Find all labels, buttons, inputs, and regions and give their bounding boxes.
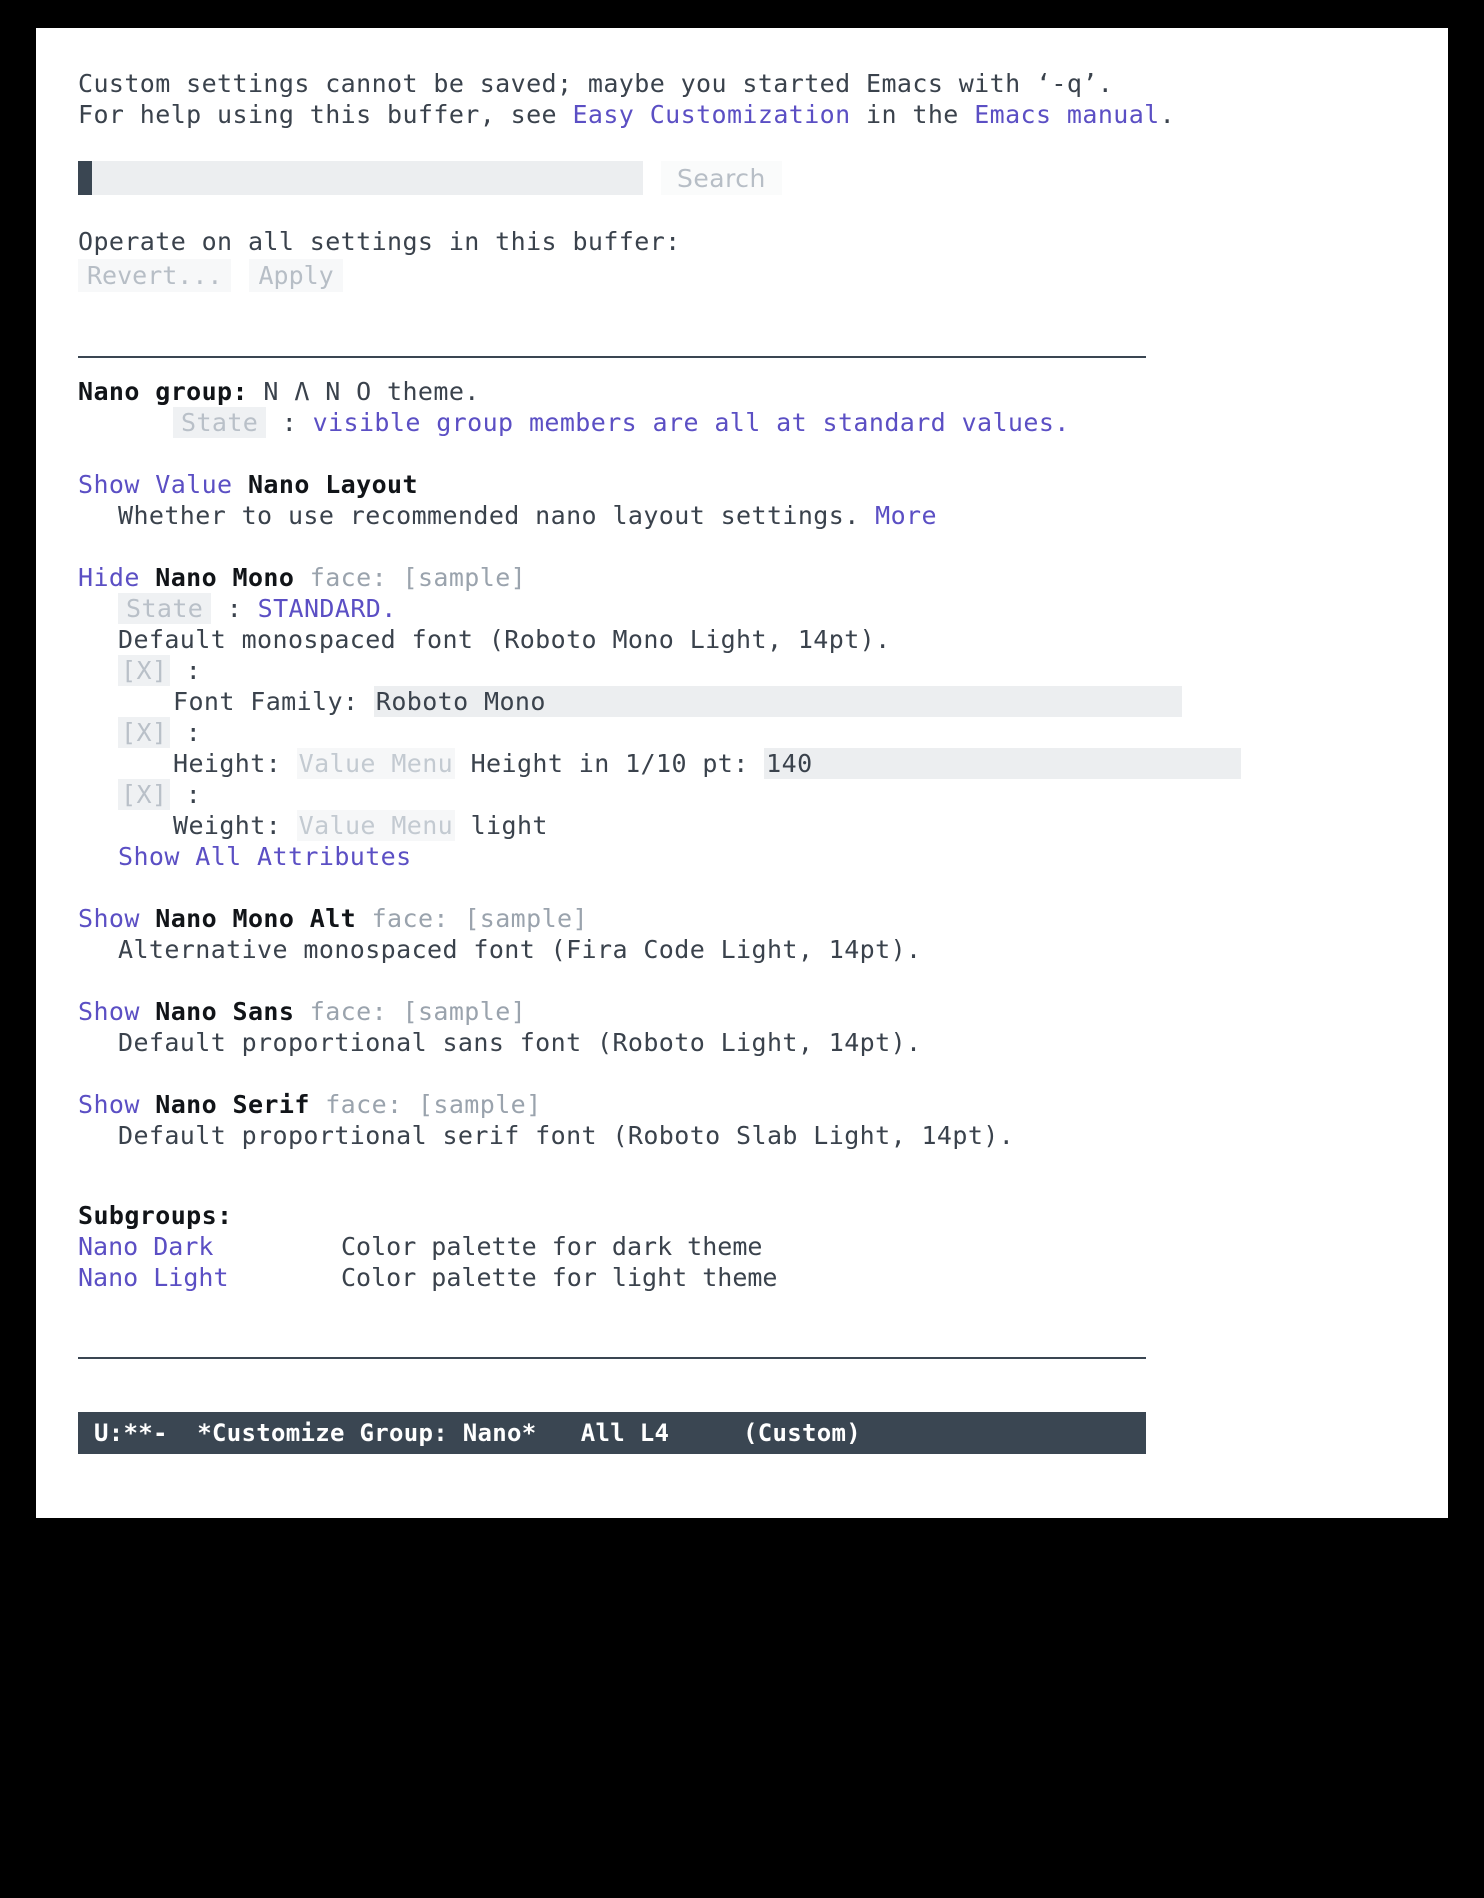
easy-customization-link[interactable]: Easy Customization — [572, 100, 850, 129]
search-row: Search — [78, 161, 1408, 195]
help-prefix-text: For help using this buffer, see — [78, 100, 573, 129]
nano-sans-header: Show Nano Sans face: [sample] — [78, 996, 1408, 1027]
weight-label: Weight: — [173, 811, 297, 840]
nano-layout-name: Nano Layout — [247, 470, 418, 499]
subgroup-link-nano-light[interactable]: Nano Light — [78, 1262, 341, 1293]
subgroup-row: Nano Dark Color palette for dark theme — [78, 1231, 1408, 1262]
height-value-field[interactable]: 140 — [764, 748, 1242, 779]
nano-serif-face-word: face: — [309, 1090, 418, 1119]
nano-mono-sample: [sample] — [402, 563, 527, 592]
nano-mono-state-row: State : STANDARD. — [78, 593, 1408, 624]
show-all-attributes-row: Show All Attributes — [78, 841, 1408, 872]
attr-weight-checkbox-row: [X] : — [78, 779, 1408, 810]
nano-layout-more-link[interactable]: More — [875, 501, 937, 530]
nano-mono-alt-sample: [sample] — [464, 904, 588, 933]
mode-line: U:**- *Customize Group: Nano* All L4 (Cu… — [78, 1412, 1146, 1454]
search-button[interactable]: Search — [661, 161, 782, 195]
nano-layout-header: Show Value Nano Layout — [78, 469, 1408, 500]
weight-value-menu[interactable]: Value Menu — [296, 810, 456, 841]
nano-mono-name: Nano Mono — [155, 563, 295, 592]
nano-sans-sample: [sample] — [402, 997, 527, 1026]
attr-font-family-row: Font Family: Roboto Mono — [78, 686, 1408, 717]
nano-mono-state-value: STANDARD. — [257, 594, 397, 623]
subgroups-heading: Subgroups: — [78, 1200, 1408, 1231]
nano-mono-state-label[interactable]: State — [118, 593, 212, 624]
nano-sans-name: Nano Sans — [155, 997, 295, 1026]
buffer-content: Custom settings cannot be saved; maybe y… — [78, 68, 1408, 1359]
nano-layout-toggle[interactable]: Show Value — [78, 470, 233, 499]
subgroup-row: Nano Light Color palette for light theme — [78, 1262, 1408, 1293]
nano-mono-alt-toggle[interactable]: Show — [78, 904, 140, 933]
nano-serif-name: Nano Serif — [155, 1090, 310, 1119]
height-value-prefix: Height in 1/10 pt: — [455, 749, 765, 778]
nano-mono-state-sep: : — [211, 594, 258, 623]
nano-serif-sample: [sample] — [417, 1090, 542, 1119]
height-colon: : — [170, 718, 202, 747]
show-all-attributes-link[interactable]: Show All Attributes — [118, 842, 412, 871]
attr-height-checkbox-row: [X] : — [78, 717, 1408, 748]
attr-height-row: Height: Value Menu Height in 1/10 pt: 14… — [78, 748, 1408, 779]
group-state-value: visible group members are all at standar… — [312, 408, 1070, 437]
help-suffix-text: . — [1159, 100, 1176, 129]
operate-buttons: Revert... Apply — [78, 259, 1408, 292]
attr-font-family-checkbox-row: [X] : — [78, 655, 1408, 686]
emacs-buffer-window: Custom settings cannot be saved; maybe y… — [36, 28, 1448, 1518]
group-label: Nano group: — [78, 377, 248, 406]
nano-sans-toggle[interactable]: Show — [78, 997, 140, 1026]
group-state-label[interactable]: State — [173, 407, 267, 438]
group-title: N Λ N O theme. — [247, 377, 480, 406]
nano-sans-doc: Default proportional sans font (Roboto L… — [118, 1028, 922, 1057]
weight-value: light — [455, 811, 548, 840]
group-header: Nano group: N Λ N O theme. — [78, 376, 1408, 407]
height-value-menu[interactable]: Value Menu — [296, 748, 456, 779]
help-middle-text: in the — [850, 100, 975, 129]
nano-layout-doc: Whether to use recommended nano layout s… — [78, 500, 1408, 531]
nano-sans-face-word: face: — [294, 997, 403, 1026]
nano-serif-toggle[interactable]: Show — [78, 1090, 140, 1119]
nano-mono-alt-face-word: face: — [356, 904, 465, 933]
subgroup-link-nano-dark[interactable]: Nano Dark — [78, 1231, 341, 1262]
font-family-colon: : — [170, 656, 202, 685]
nano-mono-doc: Default monospaced font (Roboto Mono Lig… — [118, 625, 891, 654]
notice-line: Custom settings cannot be saved; maybe y… — [78, 69, 1114, 98]
bottom-divider — [78, 1357, 1146, 1359]
text-cursor — [78, 161, 92, 195]
emacs-manual-link[interactable]: Emacs manual — [974, 100, 1159, 129]
apply-button[interactable]: Apply — [249, 259, 343, 292]
nano-mono-alt-doc: Alternative monospaced font (Fira Code L… — [118, 935, 922, 964]
nano-mono-toggle[interactable]: Hide — [78, 563, 140, 592]
nano-mono-alt-name: Nano Mono Alt — [155, 904, 357, 933]
subgroup-desc-nano-dark: Color palette for dark theme — [341, 1232, 763, 1261]
weight-colon: : — [170, 780, 202, 809]
height-label: Height: — [173, 749, 297, 778]
revert-button[interactable]: Revert... — [78, 259, 232, 292]
font-family-checkbox[interactable]: [X] — [118, 655, 171, 686]
subgroups-heading-text: Subgroups: — [78, 1201, 233, 1230]
height-checkbox[interactable]: [X] — [118, 717, 171, 748]
weight-checkbox[interactable]: [X] — [118, 779, 171, 810]
nano-mono-face-word: face: — [294, 563, 403, 592]
attr-weight-row: Weight: Value Menu light — [78, 810, 1408, 841]
nano-serif-header: Show Nano Serif face: [sample] — [78, 1089, 1408, 1120]
nano-mono-alt-header: Show Nano Mono Alt face: [sample] — [78, 903, 1408, 934]
group-state-sep: : — [266, 408, 313, 437]
help-line: For help using this buffer, see Easy Cus… — [78, 99, 1408, 130]
operate-heading: Operate on all settings in this buffer: — [78, 227, 681, 256]
nano-layout-doc-text: Whether to use recommended nano layout s… — [118, 501, 876, 530]
search-input[interactable] — [78, 161, 643, 195]
font-family-label: Font Family: — [173, 687, 374, 716]
group-state-row: State : visible group members are all at… — [78, 407, 1408, 438]
nano-mono-header: Hide Nano Mono face: [sample] — [78, 562, 1408, 593]
font-family-value-field[interactable]: Roboto Mono — [373, 686, 1182, 717]
nano-serif-doc: Default proportional serif font (Roboto … — [118, 1121, 1015, 1150]
subgroup-desc-nano-light: Color palette for light theme — [341, 1263, 778, 1292]
